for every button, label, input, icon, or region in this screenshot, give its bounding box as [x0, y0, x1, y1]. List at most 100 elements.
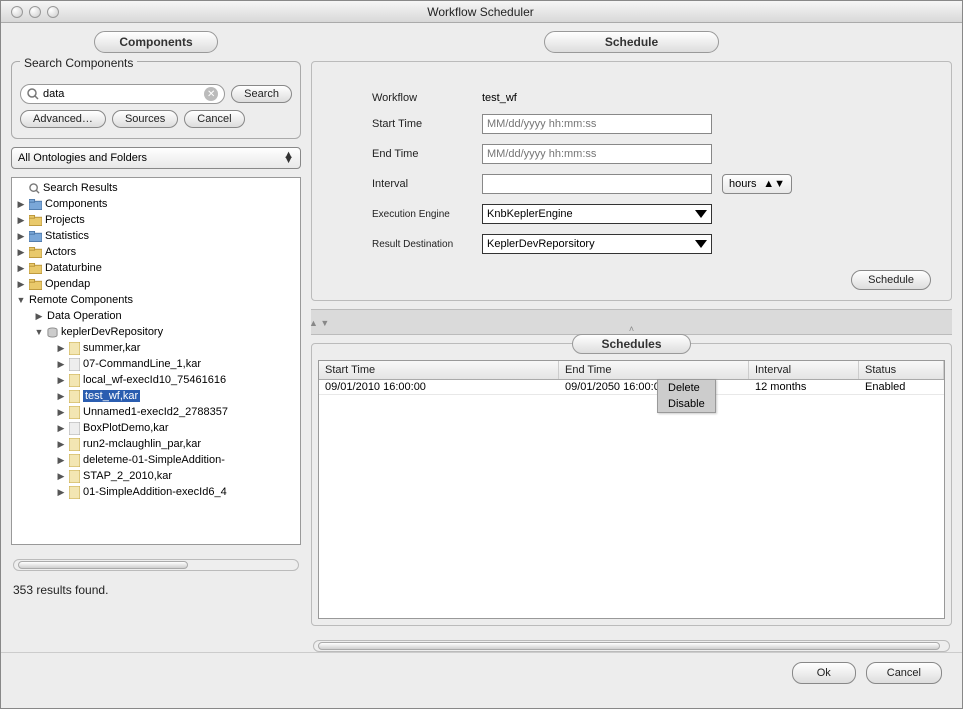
zoom-window-icon[interactable] [47, 6, 59, 18]
tree-node[interactable]: Dataturbine [45, 262, 102, 274]
destination-label: Result Destination [372, 239, 482, 250]
kar-file-icon [69, 470, 80, 483]
tree-leaf[interactable]: BoxPlotDemo,kar [83, 422, 169, 434]
interval-unit-select[interactable]: hours ▲▼ [722, 174, 792, 194]
tree-leaf[interactable]: 01-SimpleAddition-execId6_4 [83, 486, 227, 498]
sources-button[interactable]: Sources [112, 110, 178, 128]
folder-icon [29, 215, 42, 226]
tree-leaf[interactable]: STAP_2_2010,kar [83, 470, 172, 482]
chevron-down-icon [695, 210, 707, 218]
close-window-icon[interactable] [11, 6, 23, 18]
search-components-group: Search Components ✕ Search Advanced… Sou… [11, 61, 301, 139]
workflow-scheduler-window: Workflow Scheduler Components Search Com… [0, 0, 963, 709]
engine-select[interactable]: KnbKeplerEngine [482, 204, 712, 224]
search-icon [27, 88, 39, 100]
workflow-label: Workflow [372, 92, 482, 104]
context-menu[interactable]: Delete Disable [657, 379, 716, 413]
ontology-combo[interactable]: All Ontologies and Folders ▲▼ [11, 147, 301, 169]
schedules-table[interactable]: Start Time End Time Interval Status 09/0… [318, 360, 945, 619]
chevron-down-icon [695, 240, 707, 248]
tree-leaf[interactable]: Unnamed1-execId2_2788357 [83, 406, 228, 418]
tree-leaf[interactable]: summer,kar [83, 342, 140, 354]
tree-leaf[interactable]: 07-CommandLine_1,kar [83, 358, 201, 370]
interval-label: Interval [372, 178, 482, 190]
col-interval[interactable]: Interval [749, 361, 859, 379]
engine-value: KnbKeplerEngine [487, 208, 573, 220]
schedule-form: Workflow test_wf Start Time End Time Int… [311, 61, 952, 301]
right-hscroll[interactable] [313, 640, 950, 652]
interval-input[interactable] [482, 174, 712, 194]
start-time-input[interactable] [482, 114, 712, 134]
titlebar: Workflow Scheduler [1, 1, 962, 23]
stepper-icon: ▲▼ [283, 153, 294, 163]
cancel-button[interactable]: Cancel [866, 662, 942, 684]
start-time-label: Start Time [372, 118, 482, 130]
dialog-footer: Ok Cancel [1, 652, 962, 692]
splitter[interactable]: ▲ ▼ ˄ [311, 309, 952, 335]
context-menu-disable[interactable]: Disable [658, 396, 715, 412]
clear-search-icon[interactable]: ✕ [204, 87, 218, 101]
tree-hscroll[interactable] [13, 559, 299, 571]
tree-node[interactable]: Statistics [45, 230, 89, 242]
tree-leaf[interactable]: local_wf-execId10_75461616 [83, 374, 226, 386]
schedule-button[interactable]: Schedule [851, 270, 931, 290]
context-menu-delete[interactable]: Delete [658, 380, 715, 396]
col-start[interactable]: Start Time [319, 361, 559, 379]
tab-schedule[interactable]: Schedule [544, 31, 719, 53]
database-icon [47, 326, 58, 339]
search-group-label: Search Components [20, 56, 137, 70]
workflow-name: test_wf [482, 92, 517, 104]
interval-unit-value: hours [729, 178, 757, 190]
minimize-window-icon[interactable] [29, 6, 41, 18]
table-row[interactable]: 09/01/2010 16:00:00 09/01/2050 16:00:00 … [319, 380, 944, 395]
tree-node[interactable]: keplerDevRepository [61, 326, 163, 338]
col-status[interactable]: Status [859, 361, 944, 379]
tree-node[interactable]: Opendap [45, 278, 90, 290]
tree-node[interactable]: Actors [45, 246, 76, 258]
engine-label: Execution Engine [372, 209, 482, 220]
hide-cue-icon: ˄ [629, 324, 634, 334]
expand-up-icon: ▲ ▼ [309, 318, 329, 328]
folder-icon [29, 199, 42, 210]
destination-value: KeplerDevReporsitory [487, 238, 595, 250]
search-input-wrapper[interactable]: ✕ [20, 84, 225, 104]
search-input[interactable] [43, 88, 200, 100]
tab-schedules[interactable]: Schedules [572, 334, 690, 354]
kar-file-icon [69, 406, 80, 419]
search-button[interactable]: Search [231, 85, 292, 103]
search-icon [29, 182, 40, 195]
tree-leaf-selected[interactable]: test_wf,kar [83, 390, 140, 402]
tree-node[interactable]: Remote Components [29, 294, 133, 306]
tree-node[interactable]: Components [45, 198, 107, 210]
cancel-search-button[interactable]: Cancel [184, 110, 244, 128]
tree-node[interactable]: Data Operation [47, 310, 122, 322]
destination-select[interactable]: KeplerDevReporsitory [482, 234, 712, 254]
folder-icon [29, 247, 42, 258]
kar-file-icon [69, 374, 80, 387]
folder-icon [29, 263, 42, 274]
advanced-button[interactable]: Advanced… [20, 110, 106, 128]
kar-file-icon [69, 454, 80, 467]
cell-status: Enabled [859, 380, 944, 394]
tree-node[interactable]: Projects [45, 214, 85, 226]
tree-leaf[interactable]: deleteme-01-SimpleAddition- [83, 454, 225, 466]
cell-interval: 12 months [749, 380, 859, 394]
window-title: Workflow Scheduler [59, 5, 902, 19]
tab-components[interactable]: Components [94, 31, 217, 53]
kar-file-icon [69, 438, 80, 451]
stepper-icon: ▲▼ [763, 178, 785, 190]
cell-start: 09/01/2010 16:00:00 [319, 380, 559, 394]
ontology-combo-label: All Ontologies and Folders [18, 152, 147, 164]
kar-file-icon [69, 342, 80, 355]
kar-file-icon [69, 486, 80, 499]
col-end[interactable]: End Time [559, 361, 749, 379]
kar-file-icon [69, 358, 80, 371]
tree-leaf[interactable]: run2-mclaughlin_par,kar [83, 438, 201, 450]
tree-node[interactable]: Search Results [43, 182, 118, 194]
end-time-input[interactable] [482, 144, 712, 164]
folder-icon [29, 279, 42, 290]
ok-button[interactable]: Ok [792, 662, 856, 684]
cell-end: 09/01/2050 16:00:00 [559, 380, 749, 394]
schedules-panel: Schedules Start Time End Time Interval S… [311, 343, 952, 626]
component-tree[interactable]: Search Results ▶Components ▶Projects ▶St… [11, 177, 301, 545]
